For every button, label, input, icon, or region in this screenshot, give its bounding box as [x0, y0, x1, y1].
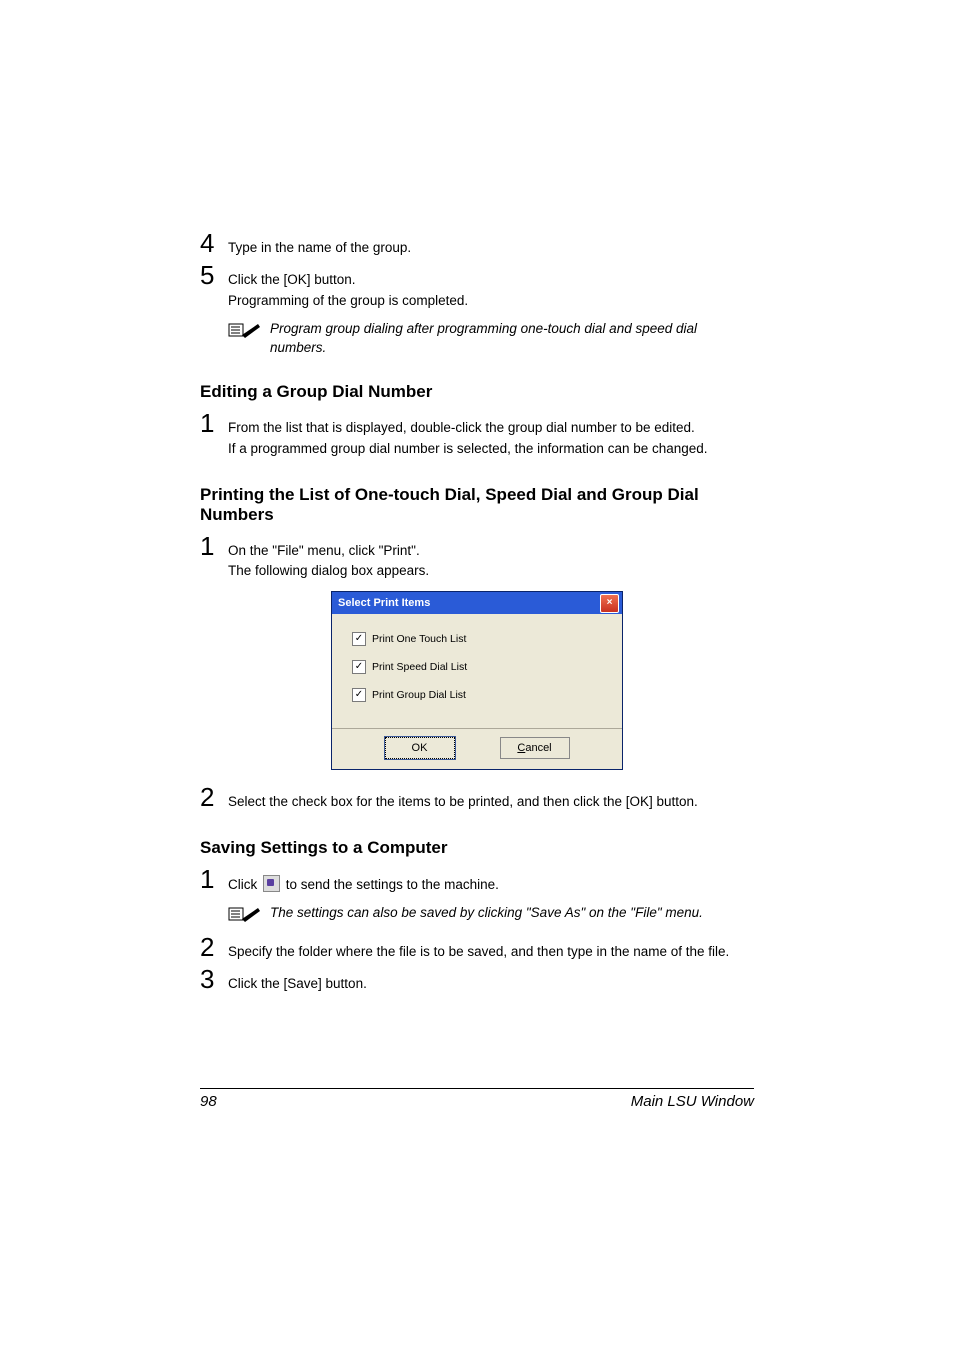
note-icon	[228, 903, 270, 928]
checkbox-label: Print Speed Dial List	[372, 661, 467, 673]
heading-printing-list: Printing the List of One-touch Dial, Spe…	[200, 485, 754, 525]
checkmark-icon: ✓	[352, 660, 366, 674]
note-save-as: The settings can also be saved by clicki…	[228, 903, 754, 928]
checkbox-group-dial[interactable]: ✓ Print Group Dial List	[352, 688, 602, 702]
step-text: On the "File" menu, click "Print". The f…	[228, 533, 754, 584]
checkbox-one-touch[interactable]: ✓ Print One Touch List	[352, 632, 602, 646]
step-number: 2	[200, 784, 228, 810]
page-content: 4 Type in the name of the group. 5 Click…	[0, 0, 954, 996]
page-footer: 98 Main LSU Window	[200, 1088, 754, 1110]
step-text: Click the [Save] button.	[228, 966, 754, 996]
note-icon	[228, 319, 270, 344]
dialog-titlebar: Select Print Items ×	[332, 592, 622, 614]
save-step-1: 1 Click to send the settings to the mach…	[200, 866, 754, 897]
checkmark-icon: ✓	[352, 688, 366, 702]
step-text: Click to send the settings to the machin…	[228, 866, 754, 897]
dialog-container: Select Print Items × ✓ Print One Touch L…	[200, 591, 754, 770]
edit-step-1: 1 From the list that is displayed, doubl…	[200, 410, 754, 461]
dialog-body: ✓ Print One Touch List ✓ Print Speed Dia…	[332, 614, 622, 728]
checkmark-icon: ✓	[352, 632, 366, 646]
step-text: Select the check box for the items to be…	[228, 784, 754, 814]
footer-title: Main LSU Window	[631, 1093, 754, 1110]
step-text: From the list that is displayed, double-…	[228, 410, 754, 461]
step-4: 4 Type in the name of the group.	[200, 230, 754, 260]
step-text: Click the [OK] button. Programming of th…	[228, 262, 754, 313]
checkbox-label: Print One Touch List	[372, 633, 466, 645]
step-text: Specify the folder where the file is to …	[228, 934, 754, 964]
note-text: The settings can also be saved by clicki…	[270, 903, 754, 923]
dialog-button-row: OK Cancel	[332, 728, 622, 769]
print-step-2: 2 Select the check box for the items to …	[200, 784, 754, 814]
print-step-1: 1 On the "File" menu, click "Print". The…	[200, 533, 754, 584]
step-5: 5 Click the [OK] button. Programming of …	[200, 262, 754, 313]
dialog-title: Select Print Items	[338, 597, 430, 609]
cancel-button[interactable]: Cancel	[500, 737, 570, 759]
save-step-3: 3 Click the [Save] button.	[200, 966, 754, 996]
close-icon[interactable]: ×	[600, 594, 619, 613]
save-step-2: 2 Specify the folder where the file is t…	[200, 934, 754, 964]
heading-editing-group-dial: Editing a Group Dial Number	[200, 382, 754, 402]
step-number: 2	[200, 934, 228, 960]
note-program-group: Program group dialing after programming …	[228, 319, 754, 358]
select-print-items-dialog: Select Print Items × ✓ Print One Touch L…	[331, 591, 623, 770]
step-number: 1	[200, 533, 228, 559]
checkbox-label: Print Group Dial List	[372, 689, 466, 701]
step-text: Type in the name of the group.	[228, 230, 754, 260]
page-number: 98	[200, 1093, 217, 1110]
step-number: 4	[200, 230, 228, 256]
checkbox-speed-dial[interactable]: ✓ Print Speed Dial List	[352, 660, 602, 674]
heading-saving-settings: Saving Settings to a Computer	[200, 838, 754, 858]
step-number: 1	[200, 410, 228, 436]
step-number: 5	[200, 262, 228, 288]
note-text: Program group dialing after programming …	[270, 319, 754, 358]
step-number: 1	[200, 866, 228, 892]
ok-button[interactable]: OK	[385, 737, 455, 759]
save-icon	[263, 875, 280, 892]
step-number: 3	[200, 966, 228, 992]
